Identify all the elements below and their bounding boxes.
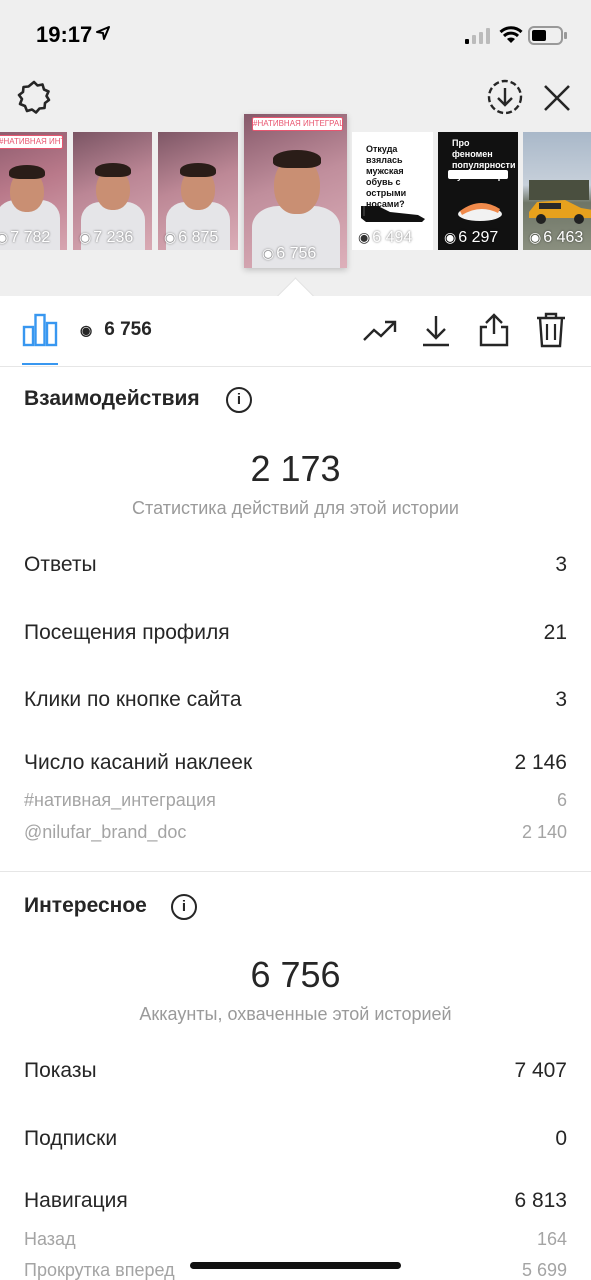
stat-row: Число касаний наклеек 2 146 <box>24 751 567 781</box>
stat-label: Число касаний наклеек <box>24 751 253 774</box>
thumbnail-views: ◉ 7 236 <box>79 229 134 246</box>
stat-row: Посещения профиля 21 <box>24 621 567 651</box>
stat-value: 21 <box>543 621 567 644</box>
interactions-total: 2 173 <box>250 448 341 489</box>
stat-value: 5 699 <box>521 1260 567 1280</box>
stat-label: Показы <box>24 1059 97 1082</box>
thumbnail-views: ◉ 7 782 <box>0 229 67 247</box>
eye-icon: ◉ <box>529 229 542 245</box>
stat-value: 3 <box>555 688 567 711</box>
discovery-total: 6 756 <box>250 954 341 995</box>
status-bar: 19:17 <box>0 0 591 70</box>
story-thumbnail[interactable]: ◉ 6 463 <box>523 132 591 250</box>
location-arrow-icon <box>96 26 110 40</box>
eye-icon: ◉ <box>358 229 371 245</box>
stat-row: Клики по кнопке сайта 3 <box>24 688 567 718</box>
thumbnail-views: ◉ 6 463 <box>529 229 584 246</box>
eye-icon: ◉ <box>80 322 93 338</box>
story-thumbnail[interactable]: #НАТИВНАЯ ИНТЕГРАЦИЯ ◉7 782 <box>0 132 67 250</box>
car-image <box>529 200 591 224</box>
cellular-signal-icon <box>465 28 490 44</box>
eye-icon: ◉ <box>444 229 457 245</box>
stat-row: Подписки 0 <box>24 1127 567 1157</box>
info-icon[interactable]: i <box>226 387 252 413</box>
thumbnail-views: ◉ 6 297 <box>444 229 499 246</box>
thumbnail-views: ◉ 6 756 <box>262 245 317 262</box>
stat-value: 3 <box>555 553 567 576</box>
eye-icon: ◉ <box>79 229 92 245</box>
download-circle-icon[interactable] <box>486 78 524 116</box>
stat-label: Клики по кнопке сайта <box>24 688 242 711</box>
stat-value: 7 407 <box>514 1059 567 1082</box>
eye-icon: ◉ <box>262 245 275 261</box>
story-thumbnail[interactable]: Про феномен популярности суши в мире ◉6 … <box>438 132 518 250</box>
stat-subrow: @nilufar_brand_doc 2 140 <box>24 822 567 852</box>
status-time: 19:17 <box>36 22 93 47</box>
trash-icon[interactable] <box>535 312 567 348</box>
bar-chart-icon[interactable] <box>22 313 58 347</box>
sushi-image <box>458 202 502 221</box>
settings-gear-icon[interactable] <box>15 79 53 117</box>
promote-trend-icon[interactable] <box>362 318 398 344</box>
stat-label: #нативная_интеграция <box>24 790 216 810</box>
info-icon[interactable]: i <box>171 894 197 920</box>
discovery-subtitle: Аккаунты, охваченные этой историей <box>139 1004 452 1024</box>
stat-label: Прокрутка вперед <box>24 1260 175 1280</box>
shoe-image <box>361 206 425 222</box>
stat-label: Посещения профиля <box>24 621 230 644</box>
stat-value: 6 <box>556 790 567 810</box>
share-icon[interactable] <box>478 312 510 348</box>
hashtag-sticker: #НАТИВНАЯ ИНТЕГРАЦИЯ <box>0 135 63 149</box>
stat-value: 6 813 <box>514 1189 567 1212</box>
stat-label: @nilufar_brand_doc <box>24 822 187 842</box>
stat-row: Навигация 6 813 <box>24 1189 567 1219</box>
stat-value: 2 146 <box>514 751 567 774</box>
story-toolbar: ◉ 6 756 <box>0 296 591 367</box>
eye-icon: ◉ <box>0 229 9 245</box>
stat-row: Показы 7 407 <box>24 1059 567 1089</box>
close-icon[interactable] <box>541 82 573 114</box>
stat-value: 164 <box>536 1229 567 1249</box>
toolbar-views: ◉ 6 756 <box>80 319 152 340</box>
stat-subrow: Назад 164 <box>24 1229 567 1259</box>
home-indicator[interactable] <box>190 1262 401 1269</box>
discovery-title: Интересное <box>24 894 147 917</box>
thumbnail-views: ◉ 6 494 <box>358 229 413 246</box>
stat-label: Навигация <box>24 1189 128 1212</box>
story-thumbnail[interactable]: Откуда взялась мужская обувь с острыми н… <box>352 132 433 250</box>
stat-label: Подписки <box>24 1127 118 1150</box>
download-icon[interactable] <box>421 314 451 348</box>
stat-label: Назад <box>24 1229 76 1249</box>
story-thumbnail[interactable]: ◉ 7 236 <box>73 132 152 250</box>
active-tab-indicator <box>22 363 58 365</box>
interactions-title: Взаимодействия <box>24 387 200 410</box>
interactions-subtitle: Статистика действий для этой истории <box>132 498 459 518</box>
section-divider <box>0 871 591 872</box>
stat-row: Ответы 3 <box>24 553 567 583</box>
battery-icon <box>528 26 567 45</box>
story-thumbnail[interactable]: ◉ 6 875 <box>158 132 238 250</box>
stat-value: 2 140 <box>521 822 567 842</box>
thumbnail-views: ◉ 6 875 <box>164 229 219 246</box>
hashtag-sticker: #НАТИВНАЯ ИНТЕГРАЦИЯ <box>252 117 343 131</box>
stat-subrow: #нативная_интеграция 6 <box>24 790 567 820</box>
eye-icon: ◉ <box>164 229 177 245</box>
wifi-icon <box>499 26 523 43</box>
stories-header: 19:17 #НАТИВНАЯ ИН ◉ 7 782 ◉ 7 236 ◉ 6 8… <box>0 0 591 296</box>
story-thumbnail-selected[interactable]: #НАТИВНАЯ ИНТЕГРАЦИЯ ◉6 756 <box>244 114 347 268</box>
stat-value: 0 <box>555 1127 567 1150</box>
stat-label: Ответы <box>24 553 97 576</box>
